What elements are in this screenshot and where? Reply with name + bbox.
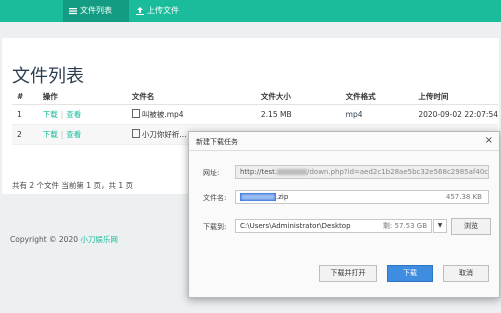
free-space: 剩: 57.53 GB xyxy=(382,222,427,230)
footer-site-link[interactable]: 小刀娱乐网 xyxy=(80,235,118,244)
filename-text: 叫被被.mp4 xyxy=(141,110,184,119)
col-actions: 操作 xyxy=(37,88,127,105)
url-suffix: /down.php?id=aed2c1b28ae5bc32e568c2985af… xyxy=(307,168,489,176)
browse-button[interactable]: 浏览 xyxy=(451,218,491,235)
nav-file-list-label: 文件列表 xyxy=(80,6,112,15)
page-title: 文件列表 xyxy=(12,66,84,87)
row-format: mp4 xyxy=(340,104,414,125)
download-button[interactable]: 下载 xyxy=(387,265,433,282)
file-icon xyxy=(131,129,140,138)
nav-file-list[interactable]: 文件列表 xyxy=(63,0,129,22)
filename-text: 小刀你好祈... xyxy=(141,130,187,139)
link-separator: | xyxy=(60,130,64,139)
upload-icon xyxy=(136,7,144,15)
row-index: 2 xyxy=(12,124,38,145)
view-link[interactable]: 查看 xyxy=(66,130,81,139)
copyright-text: Copyright © 2020 xyxy=(10,235,79,244)
chevron-down-icon[interactable]: ▼ xyxy=(433,219,447,233)
cancel-button[interactable]: 取消 xyxy=(443,265,489,282)
col-index: # xyxy=(12,88,38,105)
url-prefix: http://test. xyxy=(240,168,278,176)
footer: Copyright © 2020 小刀娱乐网 xyxy=(10,234,118,245)
table-row: 1 下载 | 查看 叫被被.mp4 2.15 MB mp4 2020-09-02 2… xyxy=(12,104,498,125)
row-filename: 叫被被.mp4 xyxy=(126,104,256,125)
file-size: 457.38 KB xyxy=(445,193,482,201)
nav-upload-label: 上传文件 xyxy=(147,6,179,15)
selected-filename xyxy=(240,193,276,201)
download-link[interactable]: 下载 xyxy=(43,130,58,139)
path-value: C:\Users\Administrator\Desktop xyxy=(240,222,351,230)
col-upload-time: 上传时间 xyxy=(413,88,498,105)
filename-ext: .zip xyxy=(276,193,289,201)
path-label: 下载到: xyxy=(203,223,227,231)
col-size: 文件大小 xyxy=(255,88,341,105)
top-navbar: 文件列表 上传文件 xyxy=(0,0,501,22)
row-size: 2.15 MB xyxy=(255,104,341,125)
path-field[interactable]: C:\Users\Administrator\Desktop 剩: 57.53 … xyxy=(235,219,432,233)
file-icon xyxy=(131,109,140,118)
view-link[interactable]: 查看 xyxy=(66,110,81,119)
list-icon xyxy=(69,8,77,15)
table-header-row: # 操作 文件名 文件大小 文件格式 上传时间 xyxy=(12,88,498,105)
new-download-dialog: 新建下载任务 × 网址: http://test. /down.php?id=ae… xyxy=(188,131,500,298)
row-index: 1 xyxy=(12,104,38,125)
redacted-filename xyxy=(241,194,275,200)
url-field[interactable]: http://test. /down.php?id=aed2c1b28ae5bc3… xyxy=(235,165,489,179)
col-format: 文件格式 xyxy=(340,88,414,105)
filename-label: 文件名: xyxy=(203,194,227,202)
url-label: 网址: xyxy=(203,169,220,177)
filename-field[interactable]: .zip 457.38 KB xyxy=(235,190,489,204)
link-separator: | xyxy=(60,110,64,119)
download-and-open-button[interactable]: 下载并打开 xyxy=(319,265,377,282)
nav-upload[interactable]: 上传文件 xyxy=(130,0,186,22)
download-link[interactable]: 下载 xyxy=(43,110,58,119)
row-actions: 下载 | 查看 xyxy=(37,124,127,145)
col-filename: 文件名 xyxy=(126,88,256,105)
row-actions: 下载 | 查看 xyxy=(37,104,127,125)
close-icon[interactable]: × xyxy=(485,135,493,146)
redacted-host xyxy=(277,169,308,175)
dialog-divider xyxy=(189,150,499,151)
row-time: 2020-09-02 22:07:54 xyxy=(413,104,498,125)
dialog-title: 新建下载任务 xyxy=(196,138,238,146)
pagination-summary: 共有 2 个文件 当前第 1 页，共 1 页 xyxy=(12,181,134,190)
